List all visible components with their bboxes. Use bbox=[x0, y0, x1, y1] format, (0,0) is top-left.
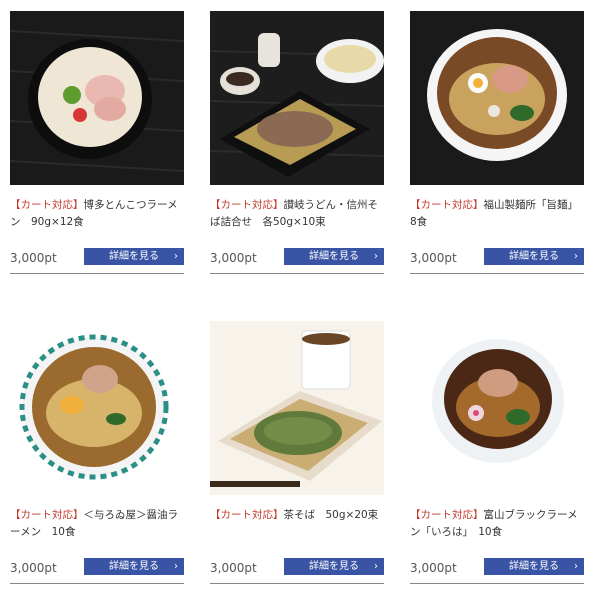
product-price: 3,000pt bbox=[210, 251, 257, 265]
product-title[interactable]: 【カート対応】富山ブラックラーメン「いろは」 10食 bbox=[410, 507, 584, 541]
details-button[interactable]: 詳細を見る › bbox=[284, 558, 384, 575]
details-button[interactable]: 詳細を見る › bbox=[84, 558, 184, 575]
details-button[interactable]: 詳細を見る › bbox=[484, 558, 584, 575]
product-price: 3,000pt bbox=[10, 251, 57, 265]
cart-tag: 【カート対応】 bbox=[10, 199, 84, 211]
cart-tag: 【カート対応】 bbox=[410, 199, 484, 211]
details-button[interactable]: 詳細を見る › bbox=[484, 248, 584, 265]
price-row: 3,000pt 詳細を見る › bbox=[210, 557, 384, 584]
product-image-yoroiya-ramen[interactable] bbox=[10, 321, 184, 495]
product-title[interactable]: 【カート対応】讃岐うどん・信州そば詰合せ 各50g×10束 bbox=[210, 197, 384, 231]
details-button-label: 詳細を見る bbox=[509, 251, 559, 262]
details-button-label: 詳細を見る bbox=[109, 561, 159, 572]
product-title[interactable]: 【カート対応】博多とんこつラーメン 90g×12食 bbox=[10, 197, 184, 231]
product-image-udon-soba[interactable] bbox=[210, 11, 384, 185]
chevron-right-icon: › bbox=[574, 561, 578, 572]
details-button-label: 詳細を見る bbox=[309, 251, 359, 262]
details-button-label: 詳細を見る bbox=[509, 561, 559, 572]
price-row: 3,000pt 詳細を見る › bbox=[210, 247, 384, 274]
price-row: 3,000pt 詳細を見る › bbox=[410, 557, 584, 584]
product-price: 3,000pt bbox=[10, 561, 57, 575]
chevron-right-icon: › bbox=[374, 251, 378, 262]
product-title[interactable]: 【カート対応】福山製麺所「旨麺」 8食 bbox=[410, 197, 584, 231]
details-button[interactable]: 詳細を見る › bbox=[84, 248, 184, 265]
price-row: 3,000pt 詳細を見る › bbox=[10, 247, 184, 274]
product-image-toyama-black-ramen[interactable] bbox=[410, 321, 584, 495]
cart-tag: 【カート対応】 bbox=[210, 199, 284, 211]
product-name: 茶そば 50g×20束 bbox=[283, 509, 379, 521]
chevron-right-icon: › bbox=[174, 561, 178, 572]
chevron-right-icon: › bbox=[374, 561, 378, 572]
product-image-tonkotsu-ramen[interactable] bbox=[10, 11, 184, 185]
cart-tag: 【カート対応】 bbox=[210, 509, 284, 521]
chevron-right-icon: › bbox=[574, 251, 578, 262]
product-grid: 【カート対応】博多とんこつラーメン 90g×12食 3,000pt 詳細を見る … bbox=[0, 0, 594, 590]
product-image-cha-soba[interactable] bbox=[210, 321, 384, 495]
details-button[interactable]: 詳細を見る › bbox=[284, 248, 384, 265]
cart-tag: 【カート対応】 bbox=[10, 509, 84, 521]
product-price: 3,000pt bbox=[210, 561, 257, 575]
cart-tag: 【カート対応】 bbox=[410, 509, 484, 521]
details-button-label: 詳細を見る bbox=[309, 561, 359, 572]
product-price: 3,000pt bbox=[410, 561, 457, 575]
product-title[interactable]: 【カート対応】＜与ろゐ屋＞醤油ラーメン 10食 bbox=[10, 507, 184, 541]
product-price: 3,000pt bbox=[410, 251, 457, 265]
price-row: 3,000pt 詳細を見る › bbox=[10, 557, 184, 584]
price-row: 3,000pt 詳細を見る › bbox=[410, 247, 584, 274]
product-image-fukuyama-ramen[interactable] bbox=[410, 11, 584, 185]
product-title[interactable]: 【カート対応】茶そば 50g×20束 bbox=[210, 507, 384, 524]
chevron-right-icon: › bbox=[174, 251, 178, 262]
details-button-label: 詳細を見る bbox=[109, 251, 159, 262]
